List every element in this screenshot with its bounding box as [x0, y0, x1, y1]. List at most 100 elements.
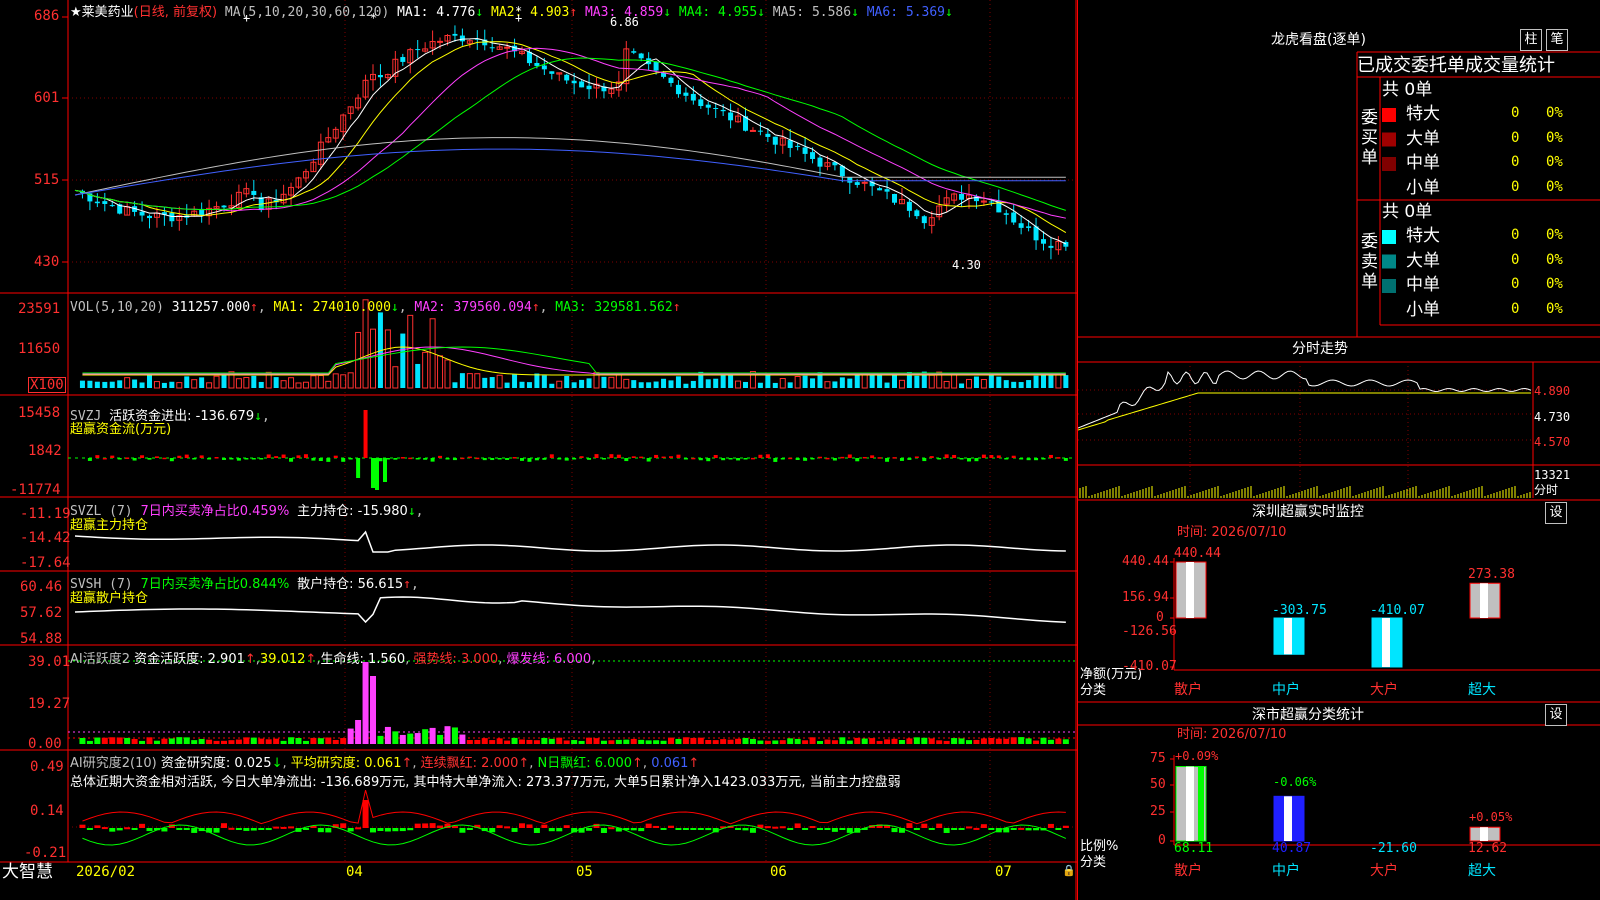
vol-bar-up	[615, 373, 622, 389]
ai2-bar	[176, 828, 183, 830]
ai1-bar	[116, 737, 123, 744]
monitor-bar-hl-0	[1186, 562, 1194, 618]
ai1-name: AI活跃度2	[70, 652, 130, 667]
ai1-bar	[794, 738, 801, 744]
ai2-bar	[831, 828, 838, 832]
tick-mode-button[interactable]: 笔	[1546, 29, 1568, 51]
svzj-bar	[534, 458, 539, 461]
classify-ytick-1: 50	[1150, 777, 1166, 792]
ai2-a: 资金研究度: 0.025	[160, 756, 272, 771]
svzj-bar	[810, 458, 815, 460]
main-chart-area[interactable]: ★莱美药业(日线, 前复权) MA(5,10,20,30,60,120) MA1…	[0, 0, 1077, 900]
vol-bar-up	[779, 378, 786, 389]
svzj-bar	[490, 458, 495, 461]
kline-ytick-1: 601	[34, 90, 60, 106]
monitor-value-1: -303.75	[1272, 603, 1327, 618]
ai1-bar	[504, 740, 511, 744]
candle-down	[892, 194, 897, 203]
svzj-bar	[885, 458, 890, 462]
ai2-e: 0.061	[651, 756, 689, 771]
classify-settings-button[interactable]: 设	[1545, 704, 1567, 726]
svzj-bar	[520, 458, 524, 461]
star-mark-2: *	[370, 11, 378, 25]
svzj-bar	[1034, 458, 1039, 461]
candle-down	[1018, 223, 1024, 228]
svzj-bar	[542, 458, 547, 460]
vol-bar-down	[161, 382, 167, 388]
ai1-bar	[228, 740, 235, 744]
svsh-ytick-0: 60.46	[20, 579, 63, 595]
vol-bar-down	[996, 376, 1002, 388]
monitor-title: 深圳超赢实时监控	[1252, 504, 1364, 520]
ai1-bar	[489, 740, 496, 744]
svzj-bar	[944, 454, 949, 458]
svzj-bar	[736, 458, 741, 461]
svzj-sub: 超赢资金流(万元)	[70, 422, 172, 437]
vol-bar-down	[258, 381, 264, 388]
ma-value-4: MA4: 4.955↓	[671, 5, 765, 20]
ai2-bar	[779, 826, 786, 829]
svzj-bar	[557, 458, 562, 460]
buy-swatch-2	[1382, 157, 1396, 171]
ai2-bar	[280, 826, 287, 829]
ai1-bar	[541, 737, 548, 744]
vol-bar-down	[601, 376, 607, 388]
period-label[interactable]: (日线, 前复权)	[134, 5, 217, 20]
ai1-bar	[563, 740, 570, 744]
svzj-bar	[825, 457, 830, 460]
candle-up	[749, 129, 756, 132]
ai2-bar	[749, 828, 756, 833]
svzj-bar	[110, 455, 115, 458]
svzj-bar	[683, 458, 688, 460]
svzj-bar	[125, 457, 130, 459]
monitor-settings-button[interactable]: 设	[1545, 502, 1567, 524]
svsh-ytick-2: 54.88	[20, 631, 63, 647]
buy-row-count-3: 0	[1511, 178, 1520, 195]
ai2-bar	[735, 828, 742, 830]
ai1-bar	[638, 739, 645, 744]
ai2-bar	[519, 823, 525, 828]
bar-mode-button[interactable]: 柱	[1520, 29, 1542, 51]
ai1-bar	[749, 738, 756, 744]
ai2-summary: 总体近期大资金相对活跃, 今日大单净流出: -136.689万元, 其中特大单净…	[70, 775, 901, 790]
vol-bar-down	[877, 375, 883, 388]
candle-down	[959, 193, 965, 200]
intraday-price-2: 4.570	[1534, 435, 1571, 449]
buy-row-count-0: 0	[1511, 105, 1520, 121]
ai1-bar	[355, 720, 362, 744]
ai2-bar	[541, 824, 548, 828]
svzj-bar	[743, 458, 748, 460]
ai1-d: 强势线: 3.000	[413, 652, 499, 667]
ai1-bar	[869, 738, 876, 744]
svzj-bar	[438, 455, 443, 458]
sell-row-count-3: 0	[1511, 300, 1520, 317]
candle-down	[914, 210, 920, 217]
svzj-bar	[147, 458, 152, 460]
ai2-bar	[802, 828, 809, 830]
buy-row-pct-0: 0%	[1546, 105, 1563, 121]
candle-down	[921, 216, 927, 224]
svzj-bar	[907, 458, 912, 460]
dragon-tabs[interactable]: 已成交委托单成交量统计	[1357, 55, 1555, 77]
svzj-bar	[1048, 454, 1053, 458]
sell-row-name-0: 特大	[1406, 226, 1440, 246]
xaxis-label-3: 06	[770, 864, 787, 880]
svzj-bar	[996, 455, 1001, 458]
vol-head: VOL(5,10,20)	[70, 300, 164, 315]
vol-ytick-0: 23591	[18, 301, 61, 317]
vol-bar-down	[519, 381, 525, 388]
vol-bar-down	[571, 382, 577, 388]
vol-bar-down	[94, 381, 100, 388]
high-mark: 6.86	[610, 15, 639, 29]
stock-title[interactable]: ★莱美药业	[70, 5, 134, 20]
ai2-bar	[1033, 828, 1040, 831]
ai2-bar	[221, 823, 227, 828]
ai2-bar	[764, 826, 771, 829]
svzj-bar	[415, 458, 420, 460]
vol-bar-up	[556, 380, 563, 389]
lock-icon[interactable]: 🔒	[1062, 864, 1076, 878]
monitor-time: 时间: 2026/07/10	[1177, 525, 1287, 540]
svzj-bar	[296, 455, 301, 458]
ai1-bar	[444, 726, 451, 744]
vol-bar-down	[884, 382, 890, 388]
